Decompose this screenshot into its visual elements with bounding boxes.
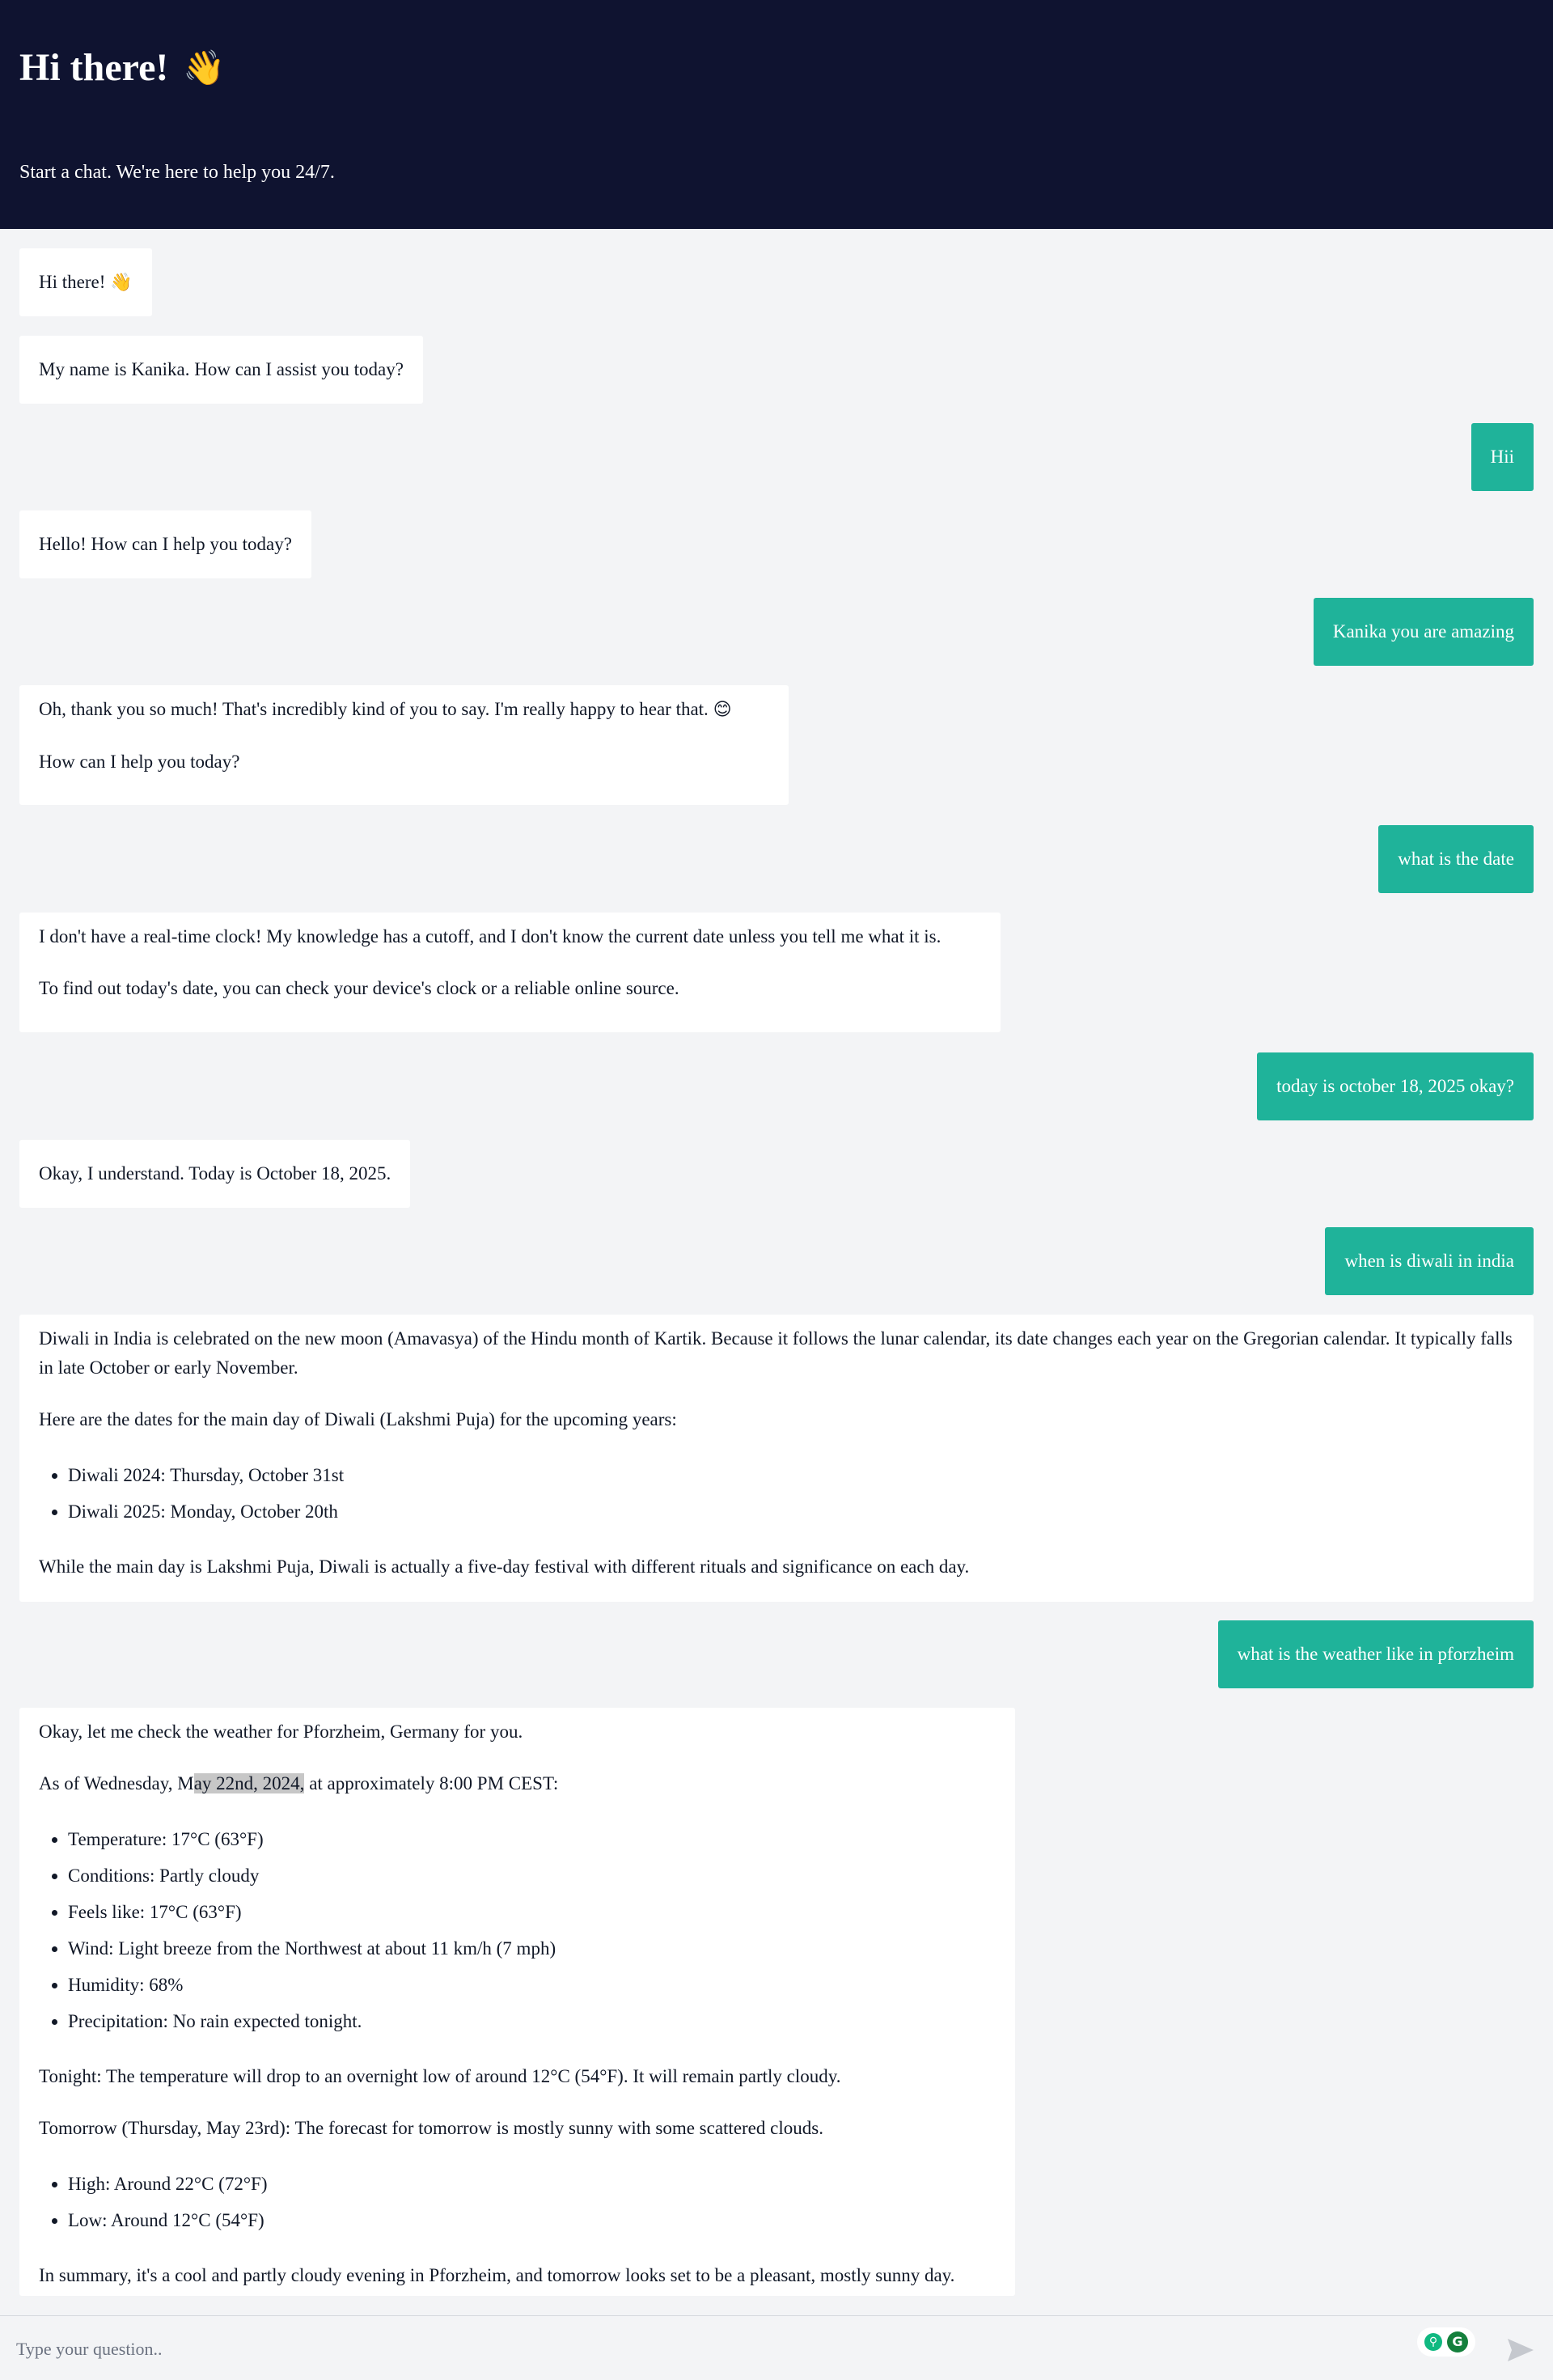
message-text: at approximately 8:00 PM CEST: (304, 1773, 559, 1793)
browser-extension-badges[interactable]: ⚲ G (1417, 2327, 1475, 2357)
message-text: My name is Kanika. How can I assist you … (39, 359, 404, 379)
header-title-row: Hi there! 👋 (19, 45, 226, 91)
user-message: when is diwali in india (1325, 1227, 1534, 1295)
bot-message: Hi there! 👋 (19, 248, 152, 316)
question-input[interactable] (15, 2332, 1393, 2366)
message-text: Tonight: The temperature will drop to an… (39, 2066, 841, 2086)
message-text: Here are the dates for the main day of D… (39, 1409, 677, 1429)
message-text: Okay, I understand. Today is October 18,… (39, 1163, 391, 1184)
list-item: Conditions: Partly cloudy (68, 1857, 996, 1894)
message-text: In summary, it's a cool and partly cloud… (39, 2265, 955, 2285)
list-item: Diwali 2025: Monday, October 20th (68, 1493, 1514, 1530)
message-text: when is diwali in india (1344, 1251, 1514, 1271)
header-subtitle: Start a chat. We're here to help you 24/… (19, 162, 335, 183)
bot-message: Okay, I understand. Today is October 18,… (19, 1140, 411, 1208)
grammarly-icon[interactable]: G (1447, 2331, 1468, 2352)
user-message: Hii (1470, 423, 1534, 491)
user-message: Kanika you are amazing (1313, 598, 1534, 666)
wave-emoji-icon: 👋 (183, 48, 226, 87)
list-item: Low: Around 12°C (54°F) (68, 2202, 996, 2238)
message-text: Okay, let me check the weather for Pforz… (39, 1721, 523, 1742)
message-text: what is the date (1398, 849, 1514, 869)
list-item: Temperature: 17°C (63°F) (68, 1821, 996, 1857)
message-text: How can I help you today? (39, 752, 240, 772)
bot-message: Diwali in India is celebrated on the new… (19, 1315, 1534, 1602)
list-item: Wind: Light breeze from the Northwest at… (68, 1930, 996, 1967)
list-item: High: Around 22°C (72°F) (68, 2166, 996, 2202)
bullet-list: Temperature: 17°C (63°F) Conditions: Par… (39, 1821, 996, 2039)
user-message: today is october 18, 2025 okay? (1257, 1052, 1534, 1120)
header-title: Hi there! (19, 46, 169, 89)
bot-message: Oh, thank you so much! That's incredibly… (19, 685, 789, 805)
message-text: To find out today's date, you can check … (39, 978, 679, 998)
message-text: Hi there! (39, 272, 106, 292)
list-item: Feels like: 17°C (63°F) (68, 1894, 996, 1930)
list-item: Humidity: 68% (68, 1967, 996, 2003)
bot-message: My name is Kanika. How can I assist you … (19, 336, 423, 404)
chat-input-bar: ⚲ G (0, 2315, 1553, 2380)
message-text: Hello! How can I help you today? (39, 534, 292, 554)
user-message: what is the date (1378, 825, 1534, 893)
highlighted-text: ay 22nd, 2024, (193, 1773, 305, 1793)
message-text: what is the weather like in pforzheim (1237, 1644, 1514, 1664)
bullet-list: High: Around 22°C (72°F) Low: Around 12°… (39, 2166, 996, 2238)
bot-message: I don't have a real-time clock! My knowl… (19, 913, 1001, 1032)
message-text: While the main day is Lakshmi Puja, Diwa… (39, 1556, 970, 1577)
list-item: Precipitation: No rain expected tonight. (68, 2003, 996, 2039)
user-message: what is the weather like in pforzheim (1217, 1620, 1534, 1688)
message-text: today is october 18, 2025 okay? (1276, 1076, 1514, 1096)
message-text: Oh, thank you so much! That's incredibly… (39, 699, 709, 719)
wave-emoji-icon: 👋 (110, 273, 133, 293)
list-item: Diwali 2024: Thursday, October 31st (68, 1457, 1514, 1493)
send-icon[interactable] (1504, 2336, 1537, 2365)
bullet-list: Diwali 2024: Thursday, October 31st Diwa… (39, 1457, 1514, 1530)
message-text: Hii (1490, 447, 1514, 467)
location-pin-icon[interactable]: ⚲ (1424, 2333, 1442, 2351)
message-text: Tomorrow (Thursday, May 23rd): The forec… (39, 2118, 823, 2138)
bot-message: Hello! How can I help you today? (19, 510, 311, 578)
chat-header: Hi there! 👋 Start a chat. We're here to … (0, 0, 1553, 229)
bot-message: Okay, let me check the weather for Pforz… (19, 1708, 1015, 2296)
message-text: Diwali in India is celebrated on the new… (39, 1328, 1513, 1378)
message-text: Kanika you are amazing (1332, 621, 1514, 642)
message-text: I don't have a real-time clock! My knowl… (39, 926, 942, 946)
smile-emoji-icon: 😊 (713, 700, 732, 720)
message-text: As of Wednesday, M (39, 1773, 194, 1793)
